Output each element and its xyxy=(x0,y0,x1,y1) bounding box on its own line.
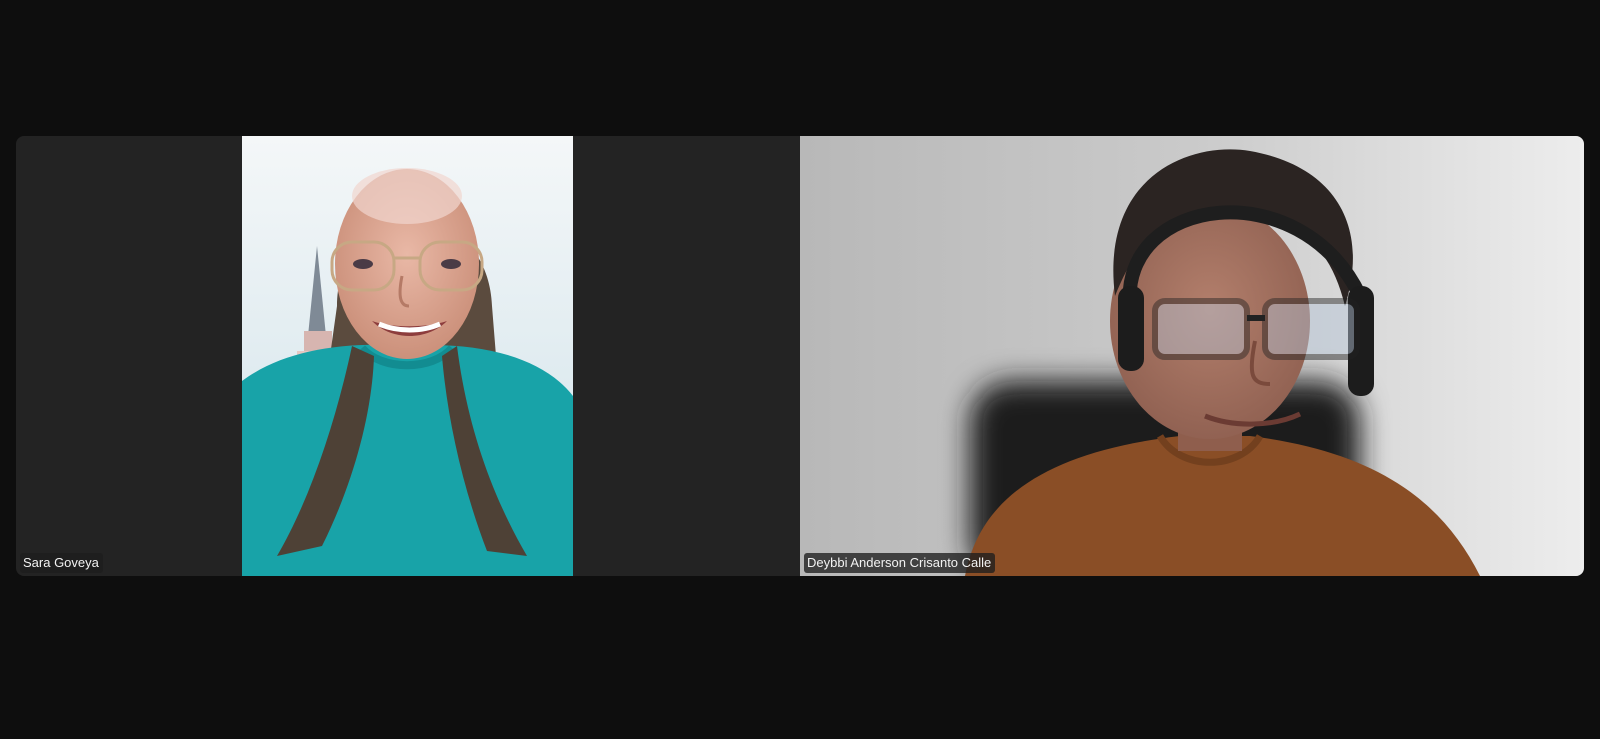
participant-video-feed xyxy=(242,136,573,576)
participant-name-label: Deybbi Anderson Crisanto Calle xyxy=(804,553,996,573)
participant-tile-deybbi-anderson-crisanto-calle[interactable]: Deybbi Anderson Crisanto Calle xyxy=(800,136,1584,576)
meeting-stage: Sara Goveya Deybbi Anderson Crisanto Cal… xyxy=(0,0,1600,739)
participant-name-label: Sara Goveya xyxy=(20,553,103,573)
video-gallery: Sara Goveya Deybbi Anderson Crisanto Cal… xyxy=(16,136,1584,576)
participant-video-feed xyxy=(800,136,1584,576)
participant-tile-sara-goveya[interactable]: Sara Goveya xyxy=(16,136,800,576)
